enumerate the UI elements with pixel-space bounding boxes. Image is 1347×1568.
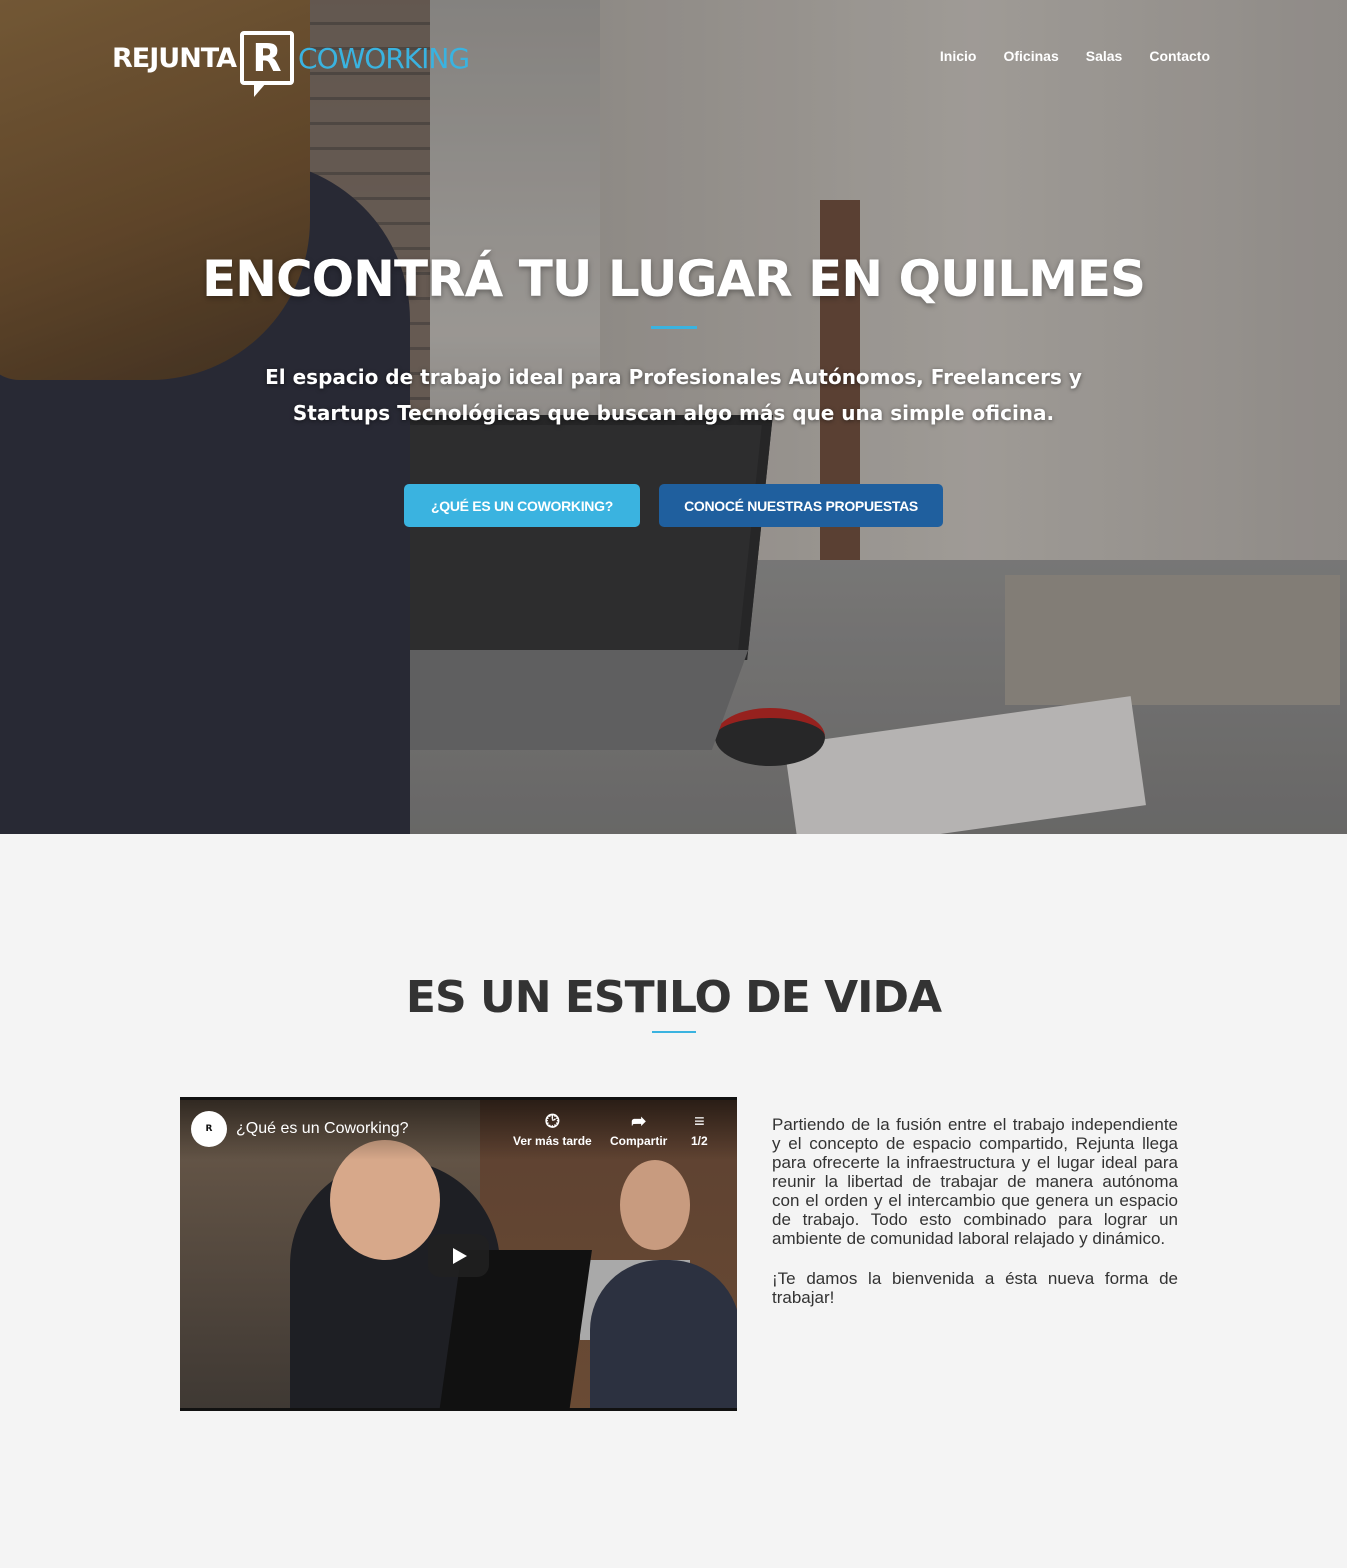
site-logo[interactable]: REJUNTA R COWORKING: [112, 22, 470, 97]
hero-title: ENCONTRÁ TU LUGAR EN QUILMES: [201, 250, 1146, 308]
logo-text-right: COWORKING: [298, 41, 470, 75]
what-is-coworking-button[interactable]: ¿QUÉ ES UN COWORKING?: [404, 484, 640, 527]
nav-item-contacto[interactable]: Contacto: [1149, 48, 1210, 64]
share-button[interactable]: ➦ Compartir: [610, 1110, 667, 1148]
share-icon: ➦: [631, 1111, 647, 1131]
playlist-button[interactable]: ≡ 1/2: [691, 1110, 708, 1148]
video-title[interactable]: ¿Qué es un Coworking?: [236, 1120, 409, 1138]
watch-later-button[interactable]: 🕑︎ Ver más tarde: [513, 1110, 592, 1148]
clock-icon: 🕑︎: [545, 1111, 560, 1131]
hero-subtitle: El espacio de trabajo ideal para Profesi…: [265, 365, 1082, 425]
hero-separator: [650, 326, 697, 329]
hero-content: ENCONTRÁ TU LUGAR EN QUILMES El espacio …: [0, 250, 1347, 431]
hero-section: REJUNTA R COWORKING Inicio Oficinas Sala…: [0, 0, 1347, 834]
video-frame-person-2: [590, 1260, 737, 1408]
logo-text-left: REJUNTA: [112, 42, 237, 74]
playlist-count: 1/2: [691, 1134, 708, 1148]
main-nav: Inicio Oficinas Salas Contacto: [940, 48, 1210, 64]
about-paragraph-2: ¡Te damos la bienvenida a ésta nueva for…: [772, 1269, 1178, 1307]
nav-item-oficinas[interactable]: Oficinas: [1003, 48, 1058, 64]
about-text: Partiendo de la fusión entre el trabajo …: [772, 1115, 1178, 1307]
play-icon: [452, 1247, 467, 1264]
section-separator: [652, 1031, 696, 1033]
play-button[interactable]: [428, 1234, 489, 1277]
share-label: Compartir: [610, 1134, 668, 1148]
nav-item-inicio[interactable]: Inicio: [940, 48, 977, 64]
about-paragraph-1: Partiendo de la fusión entre el trabajo …: [772, 1115, 1178, 1248]
our-proposals-button[interactable]: CONOCÉ NUESTRAS PROPUESTAS: [659, 484, 943, 527]
logo-mark: R: [240, 31, 295, 97]
nav-item-salas[interactable]: Salas: [1086, 48, 1123, 64]
playlist-icon: ≡: [694, 1111, 705, 1131]
hero-buttons: ¿QUÉ ES UN COWORKING? CONOCÉ NUESTRAS PR…: [0, 484, 1347, 527]
video-frame-face-2: [620, 1160, 690, 1250]
section-title: ES UN ESTILO DE VIDA: [405, 972, 942, 1023]
watch-later-label: Ver más tarde: [513, 1134, 592, 1148]
video-player[interactable]: R ¿Qué es un Coworking? 🕑︎ Ver más tarde…: [180, 1097, 737, 1411]
video-channel-avatar[interactable]: R: [191, 1111, 227, 1147]
